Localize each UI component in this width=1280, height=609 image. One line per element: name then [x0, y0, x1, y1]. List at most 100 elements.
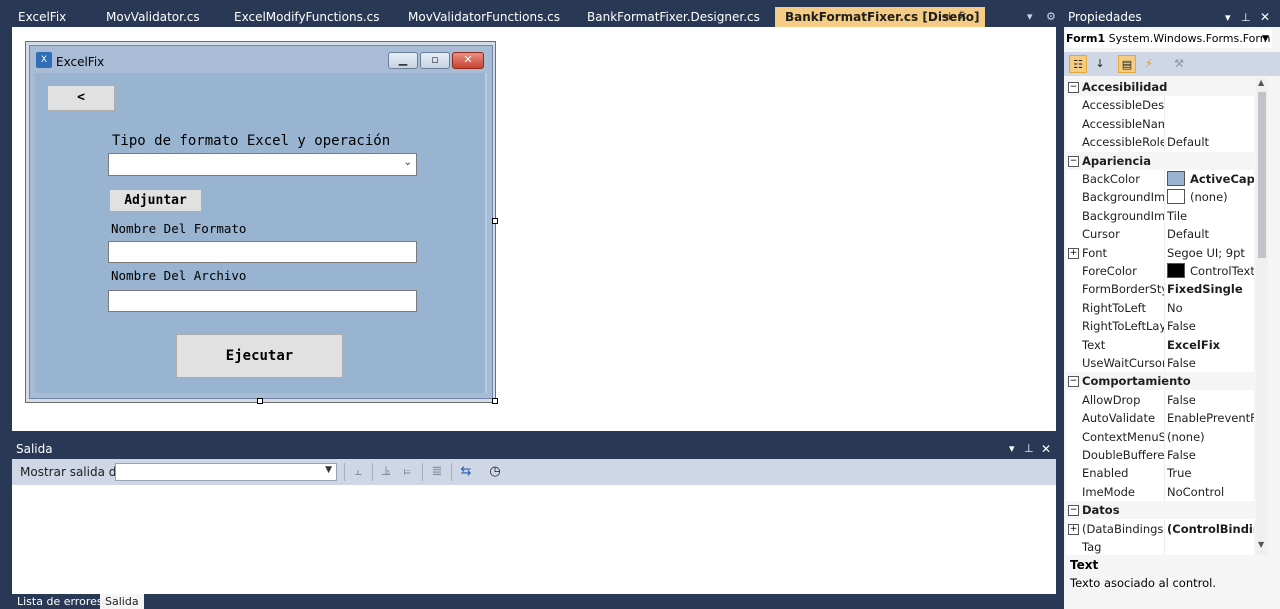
collapse-icon[interactable]: − — [1068, 82, 1079, 93]
property-row[interactable]: Enabled True — [1066, 464, 1254, 483]
clock-icon[interactable]: ◷ — [486, 463, 504, 481]
tab-movvalidatorfunctions[interactable]: MovValidatorFunctions.cs — [398, 7, 588, 27]
property-row[interactable]: + Font Segoe UI; 9pt — [1066, 243, 1254, 262]
property-row[interactable]: AutoValidate EnablePreventFocusChange — [1066, 409, 1254, 428]
column-divider — [1164, 427, 1165, 446]
property-row[interactable]: BackgroundImage (none) — [1066, 188, 1254, 207]
property-value[interactable]: Segoe UI; 9pt — [1167, 244, 1254, 262]
word-wrap-icon[interactable]: ⇆ — [457, 463, 475, 481]
tab-excelmodifyfunctions[interactable]: ExcelModifyFunctions.cs — [224, 7, 406, 27]
property-category[interactable]: − Accesibilidad — [1066, 78, 1254, 96]
scroll-down-icon[interactable]: ▼ — [1258, 540, 1264, 549]
pin-icon[interactable]: ⊥ — [1241, 8, 1251, 27]
scrollbar-thumb[interactable] — [1258, 92, 1266, 258]
property-row[interactable]: AllowDrop False — [1066, 390, 1254, 409]
property-value[interactable]: ControlText — [1167, 262, 1254, 280]
maximize-icon[interactable]: ▫ — [420, 52, 450, 69]
property-value[interactable]: False — [1167, 391, 1254, 409]
categorized-icon[interactable]: ☷ — [1069, 55, 1087, 73]
tab-output[interactable]: Salida — [100, 594, 144, 609]
property-value[interactable]: False — [1167, 354, 1254, 372]
property-row[interactable]: +(DataBindings)(ControlBindings) — [1066, 519, 1254, 538]
tab-error-list[interactable]: Lista de errores — [12, 594, 108, 609]
property-row[interactable]: FormBorderStyleFixedSingle — [1066, 280, 1254, 299]
minimize-icon[interactable]: ▁ — [388, 52, 418, 69]
settings-icon[interactable]: ⚙ — [1046, 7, 1056, 27]
expand-icon[interactable]: + — [1068, 523, 1079, 535]
property-value[interactable]: FixedSingle — [1167, 280, 1254, 298]
panel-menu-icon[interactable]: ▾ — [1225, 8, 1231, 27]
output-text-area[interactable] — [12, 485, 1056, 594]
property-row[interactable]: AccessibleName — [1066, 114, 1254, 133]
previous-message-icon[interactable]: ⫡ — [377, 463, 395, 481]
object-selector[interactable]: Form1 System.Windows.Forms.Form — [1066, 30, 1272, 48]
property-value[interactable]: No — [1167, 299, 1254, 317]
property-row[interactable]: RightToLeft No — [1066, 298, 1254, 317]
file-name-field[interactable] — [108, 290, 417, 312]
property-row[interactable]: DoubleBuffered False — [1066, 446, 1254, 464]
show-output-combo[interactable]: ▼ — [115, 463, 337, 481]
resize-handle-corner[interactable] — [492, 398, 498, 404]
back-button[interactable]: < — [47, 85, 115, 111]
pin-icon[interactable]: ⊥ — [1024, 440, 1034, 458]
property-row[interactable]: ContextMenuStrip(none) — [1066, 427, 1254, 446]
clear-all-icon[interactable]: ≣ — [428, 463, 446, 481]
resize-handle-bottom[interactable] — [257, 398, 263, 404]
close-icon[interactable]: ✕ — [1260, 8, 1270, 27]
property-value[interactable]: NoControl — [1167, 483, 1254, 501]
property-value[interactable]: ActiveCaption — [1167, 170, 1254, 188]
property-category[interactable]: − Datos — [1066, 501, 1254, 520]
property-value[interactable]: True — [1167, 464, 1254, 482]
property-row[interactable]: AccessibleDescription — [1066, 96, 1254, 115]
property-row[interactable]: AccessibleRole Default — [1066, 133, 1254, 152]
tab-list-dropdown-icon[interactable]: ▾ — [1027, 7, 1033, 27]
property-value[interactable]: EnablePreventFocusChange — [1167, 409, 1254, 427]
events-icon[interactable]: ⚡ — [1140, 55, 1158, 73]
collapse-icon[interactable]: − — [1068, 155, 1079, 167]
property-row[interactable]: BackgroundImageLayoutTile — [1066, 206, 1254, 225]
next-message-icon[interactable]: ⫢ — [398, 463, 416, 481]
find-message-icon[interactable]: ⫠ — [349, 463, 367, 481]
attach-button[interactable]: Adjuntar — [109, 189, 202, 212]
close-tab-icon[interactable]: ✕ — [958, 7, 967, 27]
property-value[interactable]: ExcelFix — [1167, 336, 1254, 354]
close-icon[interactable]: ✕ — [1041, 440, 1051, 458]
property-row[interactable]: Tag — [1066, 538, 1254, 555]
property-row[interactable]: Text ExcelFix — [1066, 335, 1254, 354]
property-value[interactable]: Default — [1167, 225, 1254, 243]
tab-bankformatfixer-design[interactable]: BankFormatFixer.cs [Diseño] ⊣ ✕ — [775, 7, 985, 27]
panel-menu-icon[interactable]: ▾ — [1009, 440, 1015, 458]
format-name-field[interactable] — [108, 241, 417, 263]
tab-movvalidator[interactable]: MovValidator.cs — [96, 7, 234, 27]
property-row[interactable]: BackColor ActiveCaption — [1066, 170, 1254, 188]
property-value[interactable]: (ControlBindings) — [1167, 520, 1254, 538]
property-row[interactable]: ImeMode NoControl — [1066, 482, 1254, 501]
property-row[interactable]: Cursor Default — [1066, 225, 1254, 244]
alphabetical-icon[interactable]: ↓ — [1091, 55, 1109, 73]
expand-icon[interactable]: + — [1068, 247, 1079, 259]
property-category[interactable]: − Comportamiento — [1066, 372, 1254, 391]
tab-bankformatfixer-designer[interactable]: BankFormatFixer.Designer.cs — [577, 7, 784, 27]
resize-handle-right[interactable] — [492, 218, 498, 224]
property-category[interactable]: − Apariencia — [1066, 151, 1254, 170]
collapse-icon[interactable]: − — [1068, 505, 1079, 517]
property-value[interactable]: (none) — [1167, 428, 1254, 446]
property-row[interactable]: ForeColor ControlText — [1066, 262, 1254, 280]
property-pages-icon[interactable]: ⚒ — [1170, 55, 1188, 73]
property-value[interactable]: False — [1167, 317, 1254, 335]
property-row[interactable]: RightToLeftLayoutFalse — [1066, 317, 1254, 336]
scroll-up-icon[interactable]: ▲ — [1258, 78, 1264, 87]
execute-button[interactable]: Ejecutar — [176, 334, 343, 378]
pin-icon[interactable]: ⊣ — [941, 7, 951, 27]
chevron-down-icon[interactable]: ▼ — [1262, 30, 1269, 48]
property-value[interactable]: (none) — [1167, 188, 1254, 206]
property-value[interactable]: Default — [1167, 133, 1254, 151]
property-value[interactable]: Tile — [1167, 207, 1254, 225]
close-icon[interactable]: ✕ — [452, 52, 484, 69]
property-row[interactable]: UseWaitCursor False — [1066, 354, 1254, 372]
tab-excelfix[interactable]: ExcelFix — [8, 7, 108, 27]
property-value[interactable]: False — [1167, 446, 1254, 464]
collapse-icon[interactable]: − — [1068, 376, 1079, 388]
operation-type-combo[interactable]: ⌄ — [108, 153, 417, 176]
properties-icon[interactable]: ▤ — [1118, 55, 1136, 73]
